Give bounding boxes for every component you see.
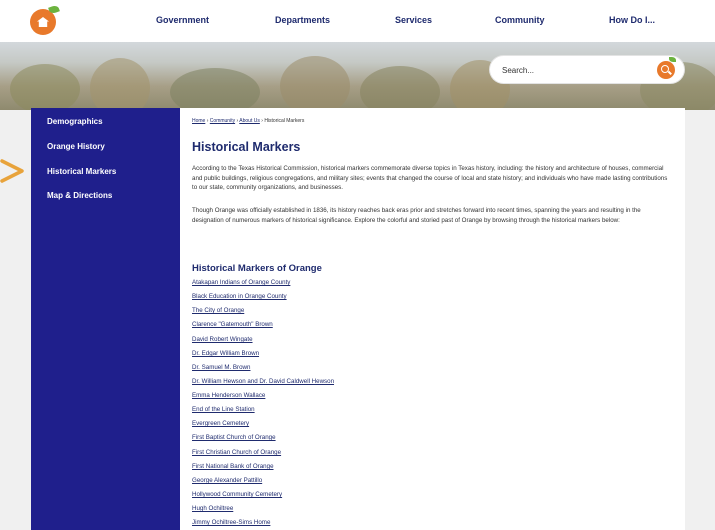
sidebar: Demographics Orange History Historical M… — [31, 108, 180, 530]
marker-link[interactable]: Dr. William Hewson and Dr. David Caldwel… — [192, 378, 334, 385]
marker-link[interactable]: Jimmy Ochiltree-Sims Home — [192, 519, 270, 526]
breadcrumb-home[interactable]: Home — [192, 118, 205, 124]
marker-link[interactable]: First National Bank of Orange — [192, 463, 274, 470]
search-icon-handle — [668, 70, 672, 75]
breadcrumb-separator: › — [236, 118, 239, 124]
top-navigation: Government Departments Services Communit… — [0, 0, 715, 42]
marker-link[interactable]: Clarence "Gatemouth" Brown — [192, 321, 273, 328]
search-box — [490, 56, 684, 83]
house-icon — [37, 17, 49, 27]
page-title: Historical Markers — [192, 140, 301, 154]
marker-link[interactable]: First Christian Church of Orange — [192, 449, 281, 456]
sidebar-item-orange-history[interactable]: Orange History — [47, 142, 105, 151]
nav-government[interactable]: Government — [156, 15, 209, 25]
section-title: Historical Markers of Orange — [192, 263, 322, 274]
breadcrumb-about-us[interactable]: About Us — [239, 118, 260, 124]
marker-link[interactable]: George Alexander Pattillo — [192, 477, 262, 484]
history-paragraph: Though Orange was officially established… — [192, 207, 641, 224]
marker-link[interactable]: The City of Orange — [192, 307, 244, 314]
breadcrumb: Home › Community › About Us › Historical… — [192, 118, 304, 124]
search-button[interactable] — [657, 57, 676, 79]
marker-link[interactable]: Dr. Samuel M. Brown — [192, 364, 250, 371]
home-logo-icon[interactable] — [30, 4, 60, 35]
sidebar-item-demographics[interactable]: Demographics — [47, 117, 103, 126]
marker-link[interactable]: Hollywood Community Cemetery — [192, 491, 282, 498]
intro-paragraph: According to the Texas Historical Commis… — [192, 165, 668, 191]
marker-link[interactable]: End of the Line Station — [192, 406, 255, 413]
sidebar-item-map-directions[interactable]: Map & Directions — [47, 191, 112, 200]
marker-link[interactable]: David Robert Wingate — [192, 336, 253, 343]
main-content: Home › Community › About Us › Historical… — [180, 108, 685, 530]
marker-link[interactable]: Dr. Edgar William Brown — [192, 350, 259, 357]
marker-link[interactable]: Atakapan Indians of Orange County — [192, 279, 290, 286]
nav-services[interactable]: Services — [395, 15, 432, 25]
pointer-arrow-icon — [0, 159, 24, 183]
breadcrumb-separator: › — [206, 118, 209, 124]
marker-link[interactable]: Emma Henderson Wallace — [192, 392, 265, 399]
breadcrumb-current: Historical Markers — [264, 118, 305, 124]
nav-how-do-i[interactable]: How Do I... — [609, 15, 655, 25]
leaf-icon — [669, 57, 676, 62]
leaf-icon — [48, 4, 60, 15]
marker-link[interactable]: Black Education in Orange County — [192, 293, 287, 300]
nav-departments[interactable]: Departments — [275, 15, 330, 25]
breadcrumb-separator: › — [261, 118, 263, 124]
sidebar-item-historical-markers[interactable]: Historical Markers — [47, 167, 116, 176]
breadcrumb-community[interactable]: Community — [210, 118, 235, 124]
marker-link[interactable]: Evergreen Cemetery — [192, 420, 249, 427]
nav-community[interactable]: Community — [495, 15, 545, 25]
marker-link[interactable]: First Baptist Church of Orange — [192, 434, 276, 441]
marker-link[interactable]: Hugh Ochiltree — [192, 505, 233, 512]
search-input[interactable] — [500, 62, 644, 78]
